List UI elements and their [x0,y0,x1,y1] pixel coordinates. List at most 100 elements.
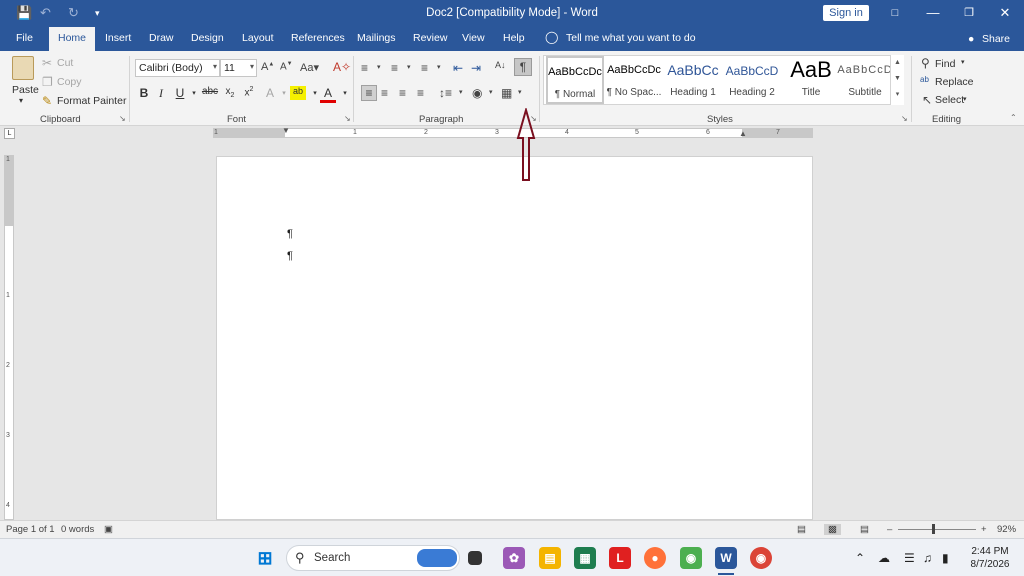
highlight-color-icon[interactable]: ab [290,86,306,100]
zoom-slider[interactable] [898,529,976,530]
decrease-indent-icon[interactable]: ⇤ [453,61,463,75]
horizontal-ruler[interactable]: 1 1 2 3 4 5 6 7 ▼ ▲ [213,127,813,138]
restore-button[interactable]: ❐ [960,4,978,22]
share-button[interactable]: Share [982,33,1010,45]
battery-icon[interactable]: ▮ [942,551,949,565]
numbering-icon[interactable]: ≡ [391,61,398,75]
tell-me-search[interactable]: Tell me what you want to do [566,32,696,44]
shading-icon[interactable]: ◉ [472,86,482,100]
borders-dropdown-icon[interactable]: ▾ [518,88,522,96]
sign-in-button[interactable]: Sign in [823,5,869,21]
tab-insert[interactable]: Insert [105,32,131,44]
multilevel-list-icon[interactable]: ≡ [421,61,428,75]
tab-design[interactable]: Design [191,32,224,44]
document-page[interactable]: ¶ ¶ [216,156,813,520]
line-spacing-dropdown-icon[interactable]: ▾ [459,88,463,96]
borders-icon[interactable]: ▦ [501,86,512,100]
read-mode-icon[interactable]: ▤ [797,524,806,535]
indent-marker[interactable]: ▼ [282,127,290,135]
clipboard-launcher-icon[interactable]: ↘ [119,114,126,123]
zoom-thumb[interactable] [932,524,935,534]
tab-view[interactable]: View [462,32,485,44]
font-color-dropdown-icon[interactable]: ▾ [337,89,353,97]
change-case-icon[interactable]: Aa▾ [300,61,319,74]
minimize-button[interactable]: — [924,4,942,22]
tab-file[interactable]: File [16,32,33,44]
bullets-dropdown-icon[interactable]: ▾ [377,63,381,71]
style-title[interactable]: AaB Title [782,56,840,104]
select-dropdown-icon[interactable]: ▾ [963,95,967,103]
tab-selector[interactable]: L [4,128,15,139]
web-layout-icon[interactable]: ▤ [860,524,869,535]
chrome-icon[interactable]: ◉ [750,547,772,569]
shading-dropdown-icon[interactable]: ▾ [489,88,493,96]
numbering-dropdown-icon[interactable]: ▾ [407,63,411,71]
paste-icon[interactable] [12,56,34,80]
font-size-combo[interactable]: 11 ▾ [220,59,257,77]
strikethrough-button[interactable]: abc [201,86,219,97]
bullets-icon[interactable]: ≡ [361,61,368,75]
tab-references[interactable]: References [291,32,345,44]
collapse-ribbon-icon[interactable]: ⌃ [1010,113,1017,122]
zoom-out-icon[interactable]: – [887,524,892,535]
right-indent-marker[interactable]: ▲ [739,130,747,138]
clock[interactable]: 2:44 PM 8/7/2026 [964,545,1016,571]
paste-button[interactable]: Paste [12,84,39,96]
firefox-icon[interactable]: ● [644,547,666,569]
tab-help[interactable]: Help [503,32,525,44]
superscript-button[interactable]: x2 [241,86,257,98]
subscript-button[interactable]: x2 [222,86,238,99]
style-heading-1[interactable]: AaBbCc Heading 1 [664,56,722,104]
task-view-icon[interactable] [468,551,482,565]
replace-button[interactable]: Replace [935,76,974,88]
zoom-level[interactable]: 92% [997,524,1016,535]
file-explorer-icon[interactable]: ▤ [539,547,561,569]
tab-review[interactable]: Review [413,32,447,44]
cut-button[interactable]: Cut [57,57,73,69]
vertical-ruler[interactable]: 1 1 2 3 4 [4,155,14,520]
style-subtitle[interactable]: AaBbCcD Subtitle [836,56,894,104]
line-spacing-icon[interactable]: ↕≡ [439,86,452,100]
tab-mailings[interactable]: Mailings [357,32,396,44]
align-center-icon[interactable]: ≡ [381,86,388,100]
tab-layout[interactable]: Layout [242,32,274,44]
cloud-off-icon[interactable]: ☁ [878,551,890,565]
style-normal[interactable]: AaBbCcDc ¶ Normal [546,56,604,104]
zoom-in-icon[interactable]: + [981,524,987,535]
clear-formatting-icon[interactable]: A✧ [333,60,351,74]
chevron-down-icon[interactable]: ▼ [891,71,904,87]
select-button[interactable]: Select [935,94,964,106]
font-color-icon[interactable]: A [320,86,336,103]
close-button[interactable]: ✕ [996,4,1014,22]
find-dropdown-icon[interactable]: ▾ [961,58,965,66]
align-left-icon[interactable]: ≡ [361,85,377,101]
underline-dropdown-icon[interactable]: ▾ [186,89,202,97]
page-count[interactable]: Page 1 of 1 [6,524,55,535]
tab-home[interactable]: Home [49,27,96,51]
taskbar-search[interactable]: ⚲ Search [286,545,460,571]
copy-button[interactable]: Copy [57,76,82,88]
style-no-spacing[interactable]: AaBbCcDc ¶ No Spac... [605,56,663,104]
microsoft-store-icon[interactable]: ▦ [574,547,596,569]
chevron-up-icon[interactable]: ▲ [891,55,904,71]
grow-font-icon[interactable]: A▲ [261,61,274,73]
styles-launcher-icon[interactable]: ↘ [901,114,908,123]
italic-button[interactable]: I [153,86,169,101]
print-layout-icon[interactable]: ▩ [824,524,841,535]
font-name-combo[interactable]: Calibri (Body) ▾ [135,59,220,77]
sort-icon[interactable]: A↓ [495,60,506,70]
multilevel-dropdown-icon[interactable]: ▾ [437,63,441,71]
wifi-icon[interactable]: ☰ [904,551,915,565]
font-launcher-icon[interactable]: ↘ [344,114,351,123]
style-heading-2[interactable]: AaBbCcD Heading 2 [723,56,781,104]
justify-icon[interactable]: ≡ [417,86,424,100]
word-icon[interactable]: W [715,547,737,569]
shrink-font-icon[interactable]: A▼ [280,61,293,72]
show-formatting-marks-icon[interactable]: ¶ [514,58,532,76]
more-styles-icon[interactable]: ▾ [891,87,904,103]
paste-dropdown-icon[interactable]: ▾ [19,96,23,105]
copilot-icon[interactable]: ✿ [503,547,525,569]
bold-button[interactable]: B [136,86,152,100]
ribbon-display-options-icon[interactable]: □ [886,4,904,22]
tab-draw[interactable]: Draw [149,32,174,44]
